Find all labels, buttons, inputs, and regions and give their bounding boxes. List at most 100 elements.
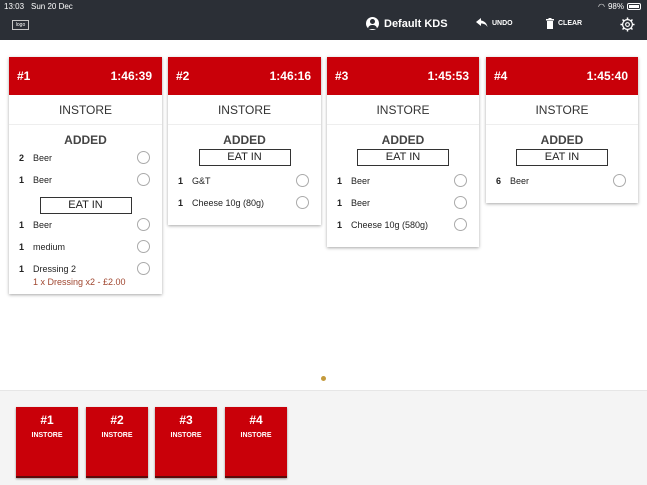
item-check-circle[interactable] <box>137 262 150 275</box>
order-number: #1 <box>17 69 31 83</box>
item-check-circle[interactable] <box>137 218 150 231</box>
order-item[interactable]: 1 Cheese 10g (80g) <box>168 192 321 214</box>
wifi-icon: ◠ <box>598 2 605 11</box>
order-item[interactable]: 1 medium <box>9 236 162 258</box>
order-item[interactable]: 2 Beer <box>9 147 162 169</box>
kds-name: Default KDS <box>384 17 448 30</box>
undo-label: UNDO <box>492 19 513 27</box>
item-qty: 1 <box>19 175 25 185</box>
order-item[interactable]: 6 Beer <box>486 170 638 192</box>
order-item[interactable]: 1 Beer <box>327 192 479 214</box>
page-indicator-dot <box>321 376 326 381</box>
item-name: Beer <box>33 220 53 230</box>
gear-icon[interactable] <box>620 17 635 32</box>
order-card-header: #4 1:45:40 <box>486 57 638 95</box>
order-card[interactable]: #1 1:46:39 INSTORE ADDED 2 Beer 1 Beer E… <box>9 57 162 294</box>
eat-in-label: EAT IN <box>516 149 608 166</box>
order-tile[interactable]: #1 INSTORE <box>16 407 78 478</box>
order-type: INSTORE <box>168 95 321 125</box>
item-name: Beer <box>510 176 530 186</box>
tile-number: #1 <box>40 413 54 427</box>
order-card[interactable]: #2 1:46:16 INSTORE ADDED EAT IN 1 G&T 1 … <box>168 57 321 225</box>
order-tile[interactable]: #3 INSTORE <box>155 407 217 478</box>
tile-type: INSTORE <box>240 432 272 439</box>
order-type: INSTORE <box>327 95 479 125</box>
item-name: Dressing 2 <box>33 264 77 274</box>
order-number: #2 <box>176 69 190 83</box>
section-heading: ADDED <box>381 133 425 147</box>
item-check-circle[interactable] <box>296 196 309 209</box>
section-heading: ADDED <box>540 133 584 147</box>
item-name: Beer <box>33 153 53 163</box>
item-qty: 1 <box>178 198 184 208</box>
item-name: medium <box>33 242 66 252</box>
item-check-circle[interactable] <box>137 151 150 164</box>
order-item[interactable]: 1 Beer <box>327 170 479 192</box>
item-qty: 1 <box>19 220 25 230</box>
clear-button[interactable]: CLEAR <box>546 18 582 29</box>
item-check-circle[interactable] <box>454 196 467 209</box>
order-item[interactable]: 1 Cheese 10g (580g) <box>327 214 479 236</box>
item-name: Cheese 10g (80g) <box>192 198 265 208</box>
order-timer: 1:46:39 <box>110 69 152 83</box>
trash-icon <box>546 18 554 29</box>
tile-number: #4 <box>249 413 263 427</box>
order-card-header: #1 1:46:39 <box>9 57 162 95</box>
order-card-header: #2 1:46:16 <box>168 57 321 95</box>
eat-in-label: EAT IN <box>198 149 291 166</box>
order-item[interactable]: 1 Dressing 2 <box>9 258 162 280</box>
item-name: Beer <box>351 198 371 208</box>
order-card[interactable]: #4 1:45:40 INSTORE ADDED EAT IN 6 Beer <box>486 57 638 203</box>
item-qty: 1 <box>337 176 343 186</box>
battery-icon <box>627 3 641 10</box>
clear-label: CLEAR <box>558 20 583 27</box>
tile-type: INSTORE <box>31 432 63 439</box>
item-qty: 1 <box>19 264 25 274</box>
order-item[interactable]: 1 Beer <box>9 214 162 236</box>
item-qty: 1 <box>337 220 343 230</box>
battery-percentage: 98% <box>607 2 624 11</box>
eat-in-label: EAT IN <box>357 149 449 166</box>
section-heading: ADDED <box>64 133 107 147</box>
status-indicators: ◠ 98% <box>598 2 641 11</box>
order-item[interactable]: 1 G&T <box>168 170 321 192</box>
item-name: G&T <box>192 176 211 186</box>
item-check-circle[interactable] <box>454 218 467 231</box>
order-card-header: #3 1:45:53 <box>327 57 479 95</box>
order-type: INSTORE <box>9 95 162 125</box>
tile-type: INSTORE <box>170 432 202 439</box>
order-item[interactable]: 1 Beer <box>9 169 162 191</box>
tile-number: #2 <box>110 413 124 427</box>
item-check-circle[interactable] <box>137 173 150 186</box>
logo: logo <box>12 20 29 30</box>
order-number: #3 <box>335 69 349 83</box>
top-bar: 13:03 Sun 20 Dec ◠ 98% logo Default KDS … <box>0 0 647 40</box>
item-qty: 1 <box>178 176 184 186</box>
item-check-circle[interactable] <box>296 174 309 187</box>
item-name: Beer <box>351 176 371 186</box>
order-card[interactable]: #3 1:45:53 INSTORE ADDED EAT IN 1 Beer 1… <box>327 57 479 247</box>
item-check-circle[interactable] <box>613 174 626 187</box>
order-number: #4 <box>494 69 508 83</box>
item-name: Cheese 10g (580g) <box>351 220 429 230</box>
undo-icon <box>476 18 488 27</box>
order-timer: 1:45:53 <box>427 69 469 83</box>
kds-selector[interactable]: Default KDS <box>366 17 448 30</box>
tile-type: INSTORE <box>101 432 133 439</box>
order-timer: 1:46:16 <box>269 69 311 83</box>
item-qty: 1 <box>19 242 25 252</box>
order-tile[interactable]: #2 INSTORE <box>86 407 148 478</box>
status-time: 13:03 <box>4 2 25 11</box>
item-check-circle[interactable] <box>137 240 150 253</box>
order-type: INSTORE <box>486 95 638 125</box>
undo-button[interactable]: UNDO <box>476 18 513 28</box>
order-tile[interactable]: #4 INSTORE <box>225 407 287 478</box>
item-qty: 2 <box>19 153 25 163</box>
item-qty: 1 <box>337 198 343 208</box>
item-qty: 6 <box>496 176 502 186</box>
user-icon <box>366 17 379 30</box>
tile-number: #3 <box>179 413 193 427</box>
section-heading: ADDED <box>223 133 266 147</box>
item-check-circle[interactable] <box>454 174 467 187</box>
item-name: Beer <box>33 175 53 185</box>
